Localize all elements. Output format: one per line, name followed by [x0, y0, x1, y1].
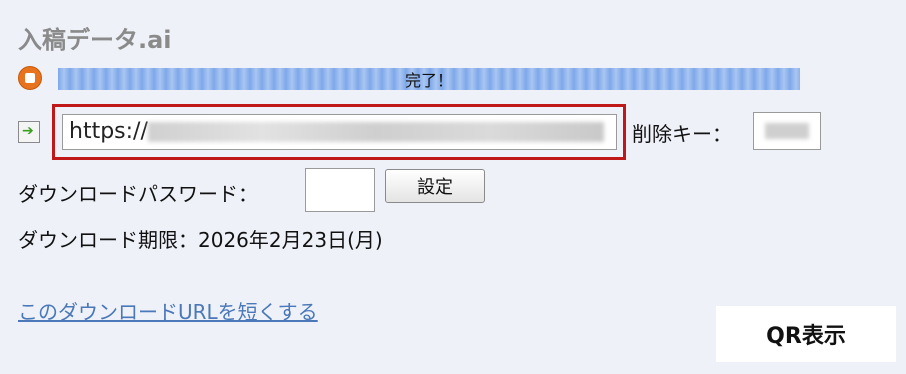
upload-progress-row: 完了！	[18, 66, 808, 92]
stop-icon[interactable]	[18, 66, 42, 90]
delete-key-field[interactable]	[753, 112, 821, 150]
progress-status-text: 完了！	[404, 71, 453, 90]
progress-bar: 完了！	[58, 68, 800, 90]
set-password-button[interactable]: 設定	[385, 169, 485, 203]
file-title: 入稿データ.ai	[18, 26, 172, 54]
download-url-row: https:// 削除キー：	[18, 104, 898, 160]
url-highlight-frame: https://	[52, 104, 626, 160]
download-url-field[interactable]: https://	[62, 114, 617, 150]
download-password-label: ダウンロードパスワード：	[18, 182, 258, 206]
shorten-url-link[interactable]: このダウンロードURLを短くする	[18, 296, 318, 325]
password-row: ダウンロードパスワード： 設定	[18, 168, 618, 214]
download-url-prefix: https://	[69, 119, 148, 144]
delete-key-label: 削除キー：	[632, 122, 732, 146]
download-expiry: ダウンロード期限：2026年2月23日(月)	[18, 228, 383, 252]
download-url-redacted	[147, 122, 604, 142]
qr-display-button[interactable]: QR表示	[716, 306, 896, 362]
arrow-right-icon[interactable]	[18, 121, 40, 143]
download-password-input[interactable]	[305, 168, 375, 212]
